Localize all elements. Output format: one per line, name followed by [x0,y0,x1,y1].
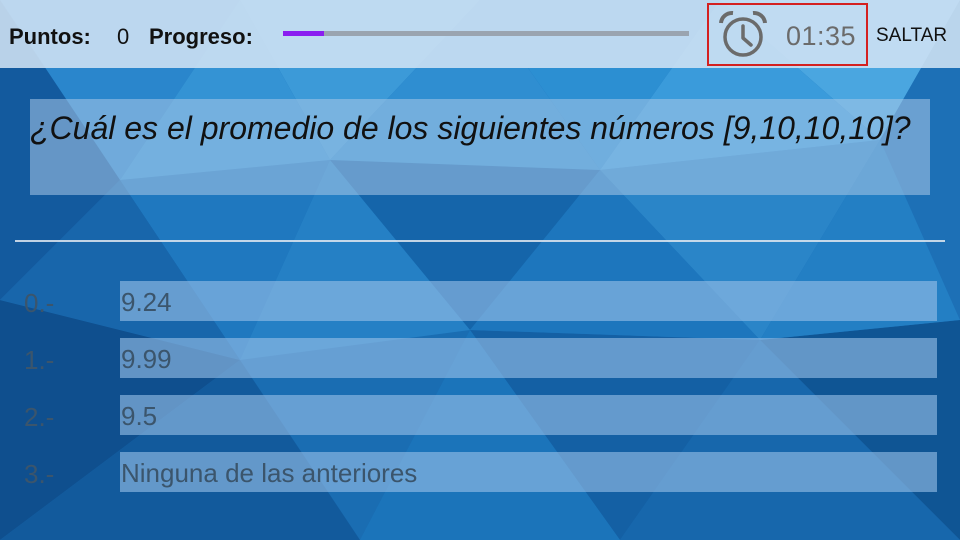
option-3[interactable]: 3.- Ninguna de las anteriores [0,452,960,494]
progress-fill [283,31,324,36]
option-text: 9.24 [121,287,172,317]
option-index: 3.- [24,459,55,489]
option-answer-box[interactable]: 9.5 [120,395,937,435]
timer-value: 01:35 [786,21,857,51]
progress-bar [283,31,689,36]
skip-button[interactable]: SALTAR [876,25,947,47]
option-index: 2.- [24,402,55,432]
option-text: Ninguna de las anteriores [121,458,418,488]
option-answer-box[interactable]: 9.99 [120,338,937,378]
option-2[interactable]: 2.- 9.5 [0,395,960,437]
option-text: 9.99 [121,344,172,374]
option-text: 9.5 [121,401,158,431]
option-1[interactable]: 1.- 9.99 [0,338,960,380]
option-answer-box[interactable]: 9.24 [120,281,937,321]
option-answer-box[interactable]: Ninguna de las anteriores [120,452,937,492]
option-index: 0.- [24,288,55,318]
progress-label: Progreso: [149,24,253,49]
score-label: Puntos: [9,24,91,49]
divider [15,240,945,242]
option-0[interactable]: 0.- 9.24 [0,281,960,323]
timer: 01:35 [707,3,868,66]
question-box: ¿Cuál es el promedio de los siguientes n… [30,99,930,195]
top-bar: Puntos: 0 Progreso: 01:35 SALTAR [0,0,960,68]
alarm-clock-icon [719,10,767,57]
score-value: 0 [117,24,130,49]
question-text: ¿Cuál es el promedio de los siguientes n… [30,110,911,146]
option-index: 1.- [24,345,55,375]
